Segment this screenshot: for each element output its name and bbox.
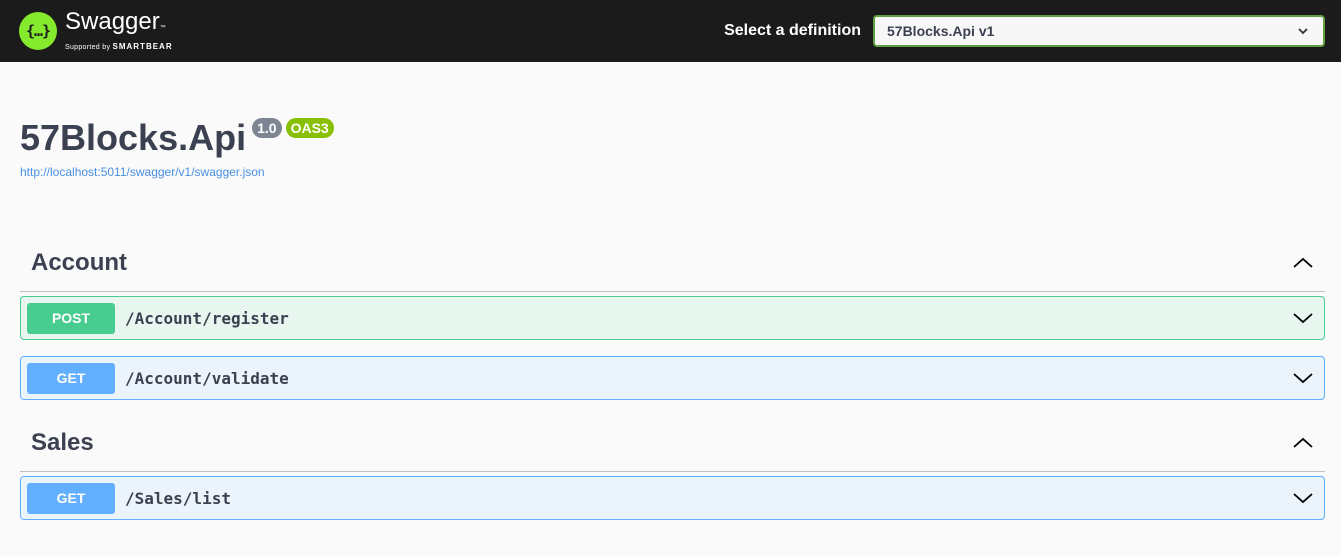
- operation-get-account-validate[interactable]: GET /Account/validate: [20, 356, 1325, 400]
- chevron-down-icon[interactable]: [1292, 491, 1314, 505]
- chevron-down-icon[interactable]: [1292, 371, 1314, 385]
- topbar: {…} Swagger™ Supported by SMARTBEAR Sele…: [0, 0, 1341, 62]
- definition-select[interactable]: 57Blocks.Api v1: [873, 15, 1325, 47]
- tag-header-account[interactable]: Account: [20, 235, 1325, 292]
- tag-section-account: Account POST /Account/register GET /Acco…: [20, 235, 1325, 400]
- api-info: 57Blocks.Api 1.0 OAS3 http://localhost:5…: [0, 62, 1341, 179]
- operation-path: /Account/register: [125, 308, 289, 328]
- operation-post-account-register[interactable]: POST /Account/register: [20, 296, 1325, 340]
- operation-path: /Sales/list: [125, 488, 231, 508]
- tag-header-sales[interactable]: Sales: [20, 415, 1325, 472]
- brand-supported-by: Supported by SMARTBEAR: [65, 41, 173, 51]
- method-badge: POST: [27, 302, 115, 334]
- operation-get-sales-list[interactable]: GET /Sales/list: [20, 476, 1325, 520]
- chevron-down-icon[interactable]: [1292, 311, 1314, 325]
- method-badge: GET: [27, 362, 115, 394]
- definition-label: Select a definition: [724, 22, 861, 39]
- method-badge: GET: [27, 482, 115, 514]
- brand-name: Swagger™: [65, 7, 166, 35]
- version-badge: 1.0: [252, 118, 282, 138]
- swagger-logo-icon: {…}: [19, 12, 57, 50]
- tag-sections: Account POST /Account/register GET /Acco…: [0, 235, 1341, 520]
- operation-path: /Account/validate: [125, 368, 289, 388]
- tag-section-sales: Sales GET /Sales/list: [20, 415, 1325, 520]
- chevron-down-icon: [1298, 28, 1308, 35]
- oas-badge: OAS3: [285, 118, 334, 138]
- brand-text: Swagger™ Supported by SMARTBEAR: [65, 7, 173, 53]
- swagger-logo[interactable]: {…} Swagger™ Supported by SMARTBEAR: [19, 7, 173, 53]
- definition-selected-value: 57Blocks.Api v1: [887, 23, 995, 39]
- api-title: 57Blocks.Api: [20, 117, 247, 158]
- spec-url-link[interactable]: http://localhost:5011/swagger/v1/swagger…: [20, 165, 1341, 179]
- chevron-up-icon[interactable]: [1292, 436, 1314, 450]
- tag-name: Sales: [31, 429, 94, 456]
- definition-selector: Select a definition 57Blocks.Api v1: [724, 15, 1325, 47]
- chevron-up-icon[interactable]: [1292, 256, 1314, 270]
- tag-name: Account: [31, 249, 127, 276]
